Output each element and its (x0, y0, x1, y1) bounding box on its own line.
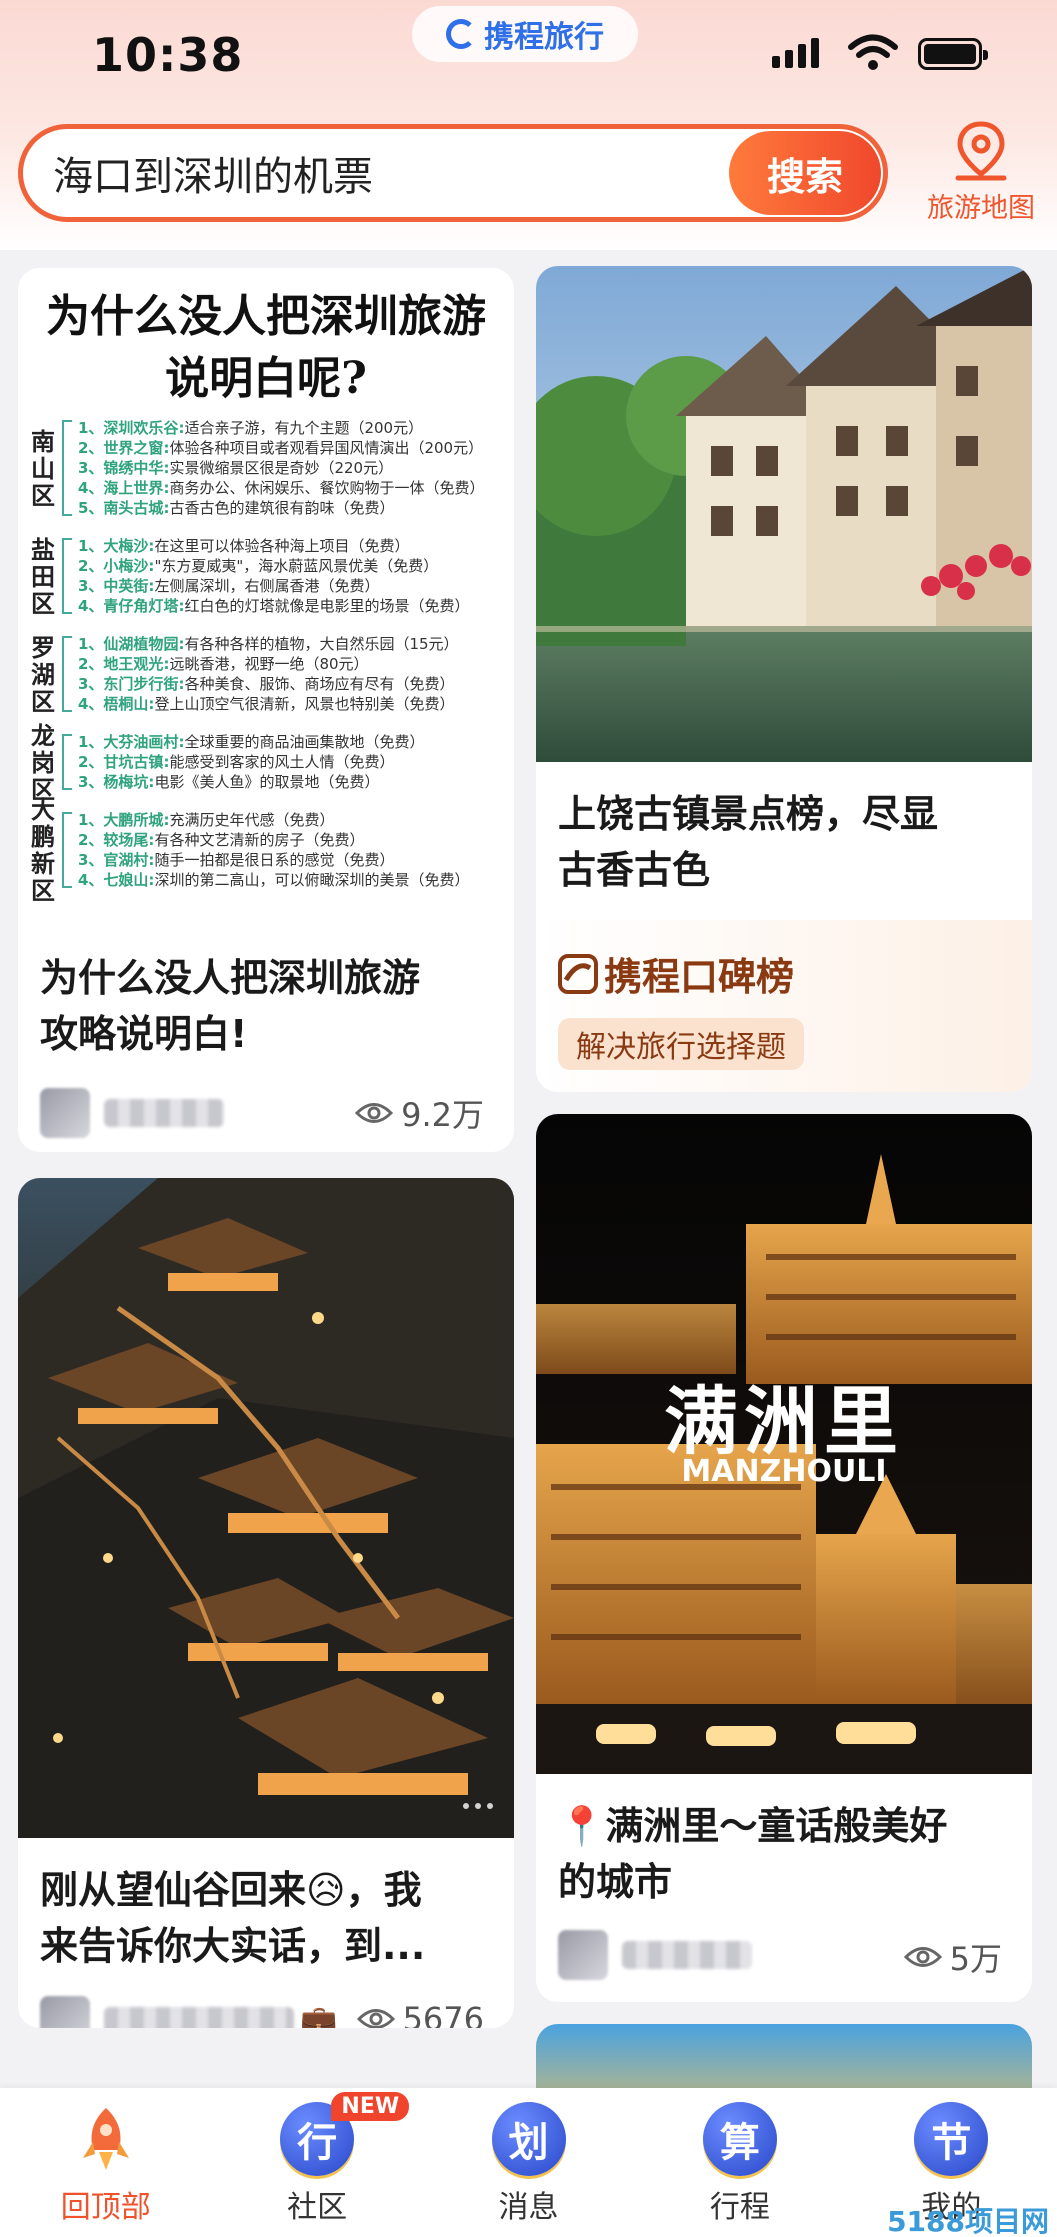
search-button[interactable]: 搜索 (729, 131, 881, 215)
wifi-icon (848, 34, 898, 70)
travel-map-label: 旅游地图 (927, 193, 1035, 224)
koubei-tag: 解决旅行选择题 (558, 1018, 804, 1070)
profile-icon: 节 (914, 2102, 989, 2176)
cellular-signal-icon (772, 38, 819, 68)
spot-line: 1、大鹏所城:充满历史年代感（免费） (78, 811, 335, 829)
ctrip-logo-icon (446, 19, 476, 49)
shangrao-photo (536, 266, 1032, 762)
koubei-logo-icon (558, 953, 598, 994)
district-name: 南山区 (31, 426, 55, 510)
card-title: 📍满洲里～童话般美好 的城市 (558, 1804, 948, 1904)
shenzhen-infographic: 为什么没人把深圳旅游 说明白呢? 南山区 1、深圳欢乐谷:适合亲子游，有九个主题（… (18, 268, 514, 908)
avatar (558, 1930, 608, 1980)
nav-messages[interactable]: 划 消息 (423, 2088, 634, 2237)
author-info[interactable] (558, 1930, 752, 1980)
itinerary-icon: 算 (702, 2102, 777, 2176)
spot-line: 4、梧桐山:登上山顶空气很清新，风景也特别美（免费） (78, 695, 455, 713)
author-name-blurred (104, 1099, 224, 1127)
district-name: 大鹏新区 (31, 795, 55, 905)
district-bracket (62, 636, 72, 712)
battery-icon (918, 38, 988, 70)
spot-line: 1、深圳欢乐谷:适合亲子游，有九个主题（200元） (78, 419, 424, 437)
nav-itinerary[interactable]: 算 行程 (634, 2088, 845, 2237)
view-count: 9.2万 (355, 1090, 484, 1136)
feed-card-shangrao[interactable]: 上饶古镇景点榜，尽显 古香古色 携程口碑榜 解决旅行选择题 (536, 266, 1032, 1092)
status-bar: 10:38 携程旅行 (0, 0, 1057, 110)
spot-line: 5、南头古城:古香古色的建筑很有韵味（免费） (78, 499, 395, 517)
manzhouli-photo: 满洲里 MANZHOULI (536, 1114, 1032, 1774)
spot-line: 4、青仔角灯塔:红白色的灯塔就像是电影里的场景（免费） (78, 597, 470, 615)
suitcase-icon: 💼 (300, 2003, 338, 2029)
spot-line: 3、杨梅坑:电影《美人鱼》的取景地（免费） (78, 773, 380, 791)
view-count: 5万 (903, 1934, 1002, 1980)
card-title: 为什么没人把深圳旅游 攻略说明白! (40, 956, 421, 1056)
spot-line: 1、仙湖植物园:有各种各样的植物，大自然乐园（15元） (78, 635, 459, 653)
spot-line: 2、甘坑古镇:能感受到客家的风土人情（免费） (78, 753, 395, 771)
district-name: 龙岗区 (31, 720, 55, 804)
feed-card-shenzhen[interactable]: 为什么没人把深圳旅游 说明白呢? 南山区 1、深圳欢乐谷:适合亲子游，有九个主题（… (18, 268, 514, 1152)
district-bracket (62, 812, 72, 888)
district-bracket (62, 734, 72, 790)
spot-line: 1、大梅沙:在这里可以体验各种海上项目（免费） (78, 537, 410, 555)
new-badge: NEW (331, 2092, 410, 2121)
rocket-icon (82, 2108, 129, 2170)
map-pin-icon (955, 121, 1007, 181)
eye-icon (355, 1103, 394, 1123)
watermark: 5188项目网 (887, 2205, 1049, 2237)
view-count: 5676 (356, 2000, 484, 2028)
travel-map-button[interactable]: 旅游地图 (906, 120, 1056, 230)
district-bracket (62, 538, 72, 614)
avatar (40, 1088, 90, 1138)
wangxiangu-photo (18, 1178, 514, 1838)
spot-line: 3、官湖村:随手一拍都是很日系的感觉（免费） (78, 851, 395, 869)
spot-line: 4、海上世界:商务办公、休闲娱乐、餐饮购物于一体（免费） (78, 479, 485, 497)
brand-pill[interactable]: 携程旅行 (412, 6, 638, 62)
author-info[interactable]: 💼 (40, 1996, 337, 2028)
author-info[interactable] (40, 1088, 224, 1138)
spot-line: 2、小梅沙:"东方夏威夷"，海水蔚蓝风景优美（免费） (78, 557, 439, 575)
brand-name: 携程旅行 (484, 20, 604, 55)
status-time: 10:38 (92, 28, 244, 82)
spot-line: 3、东门步行街:各种美食、服饰、商场应有尽有（免费） (78, 675, 455, 693)
spot-line: 4、七娘山:深圳的第二高山，可以俯瞰深圳的美景（免费） (78, 871, 470, 889)
district-name: 盐田区 (31, 534, 55, 618)
nav-back-to-top[interactable]: 回顶部 (0, 2088, 211, 2237)
messages-icon: 划 (491, 2102, 566, 2176)
infographic-title: 为什么没人把深圳旅游 说明白呢? (46, 291, 486, 404)
spot-line: 1、大芬油画村:全球重要的商品油画集散地（免费） (78, 733, 425, 751)
eye-icon (356, 2009, 395, 2028)
spot-line: 2、世界之窗:体验各种项目或者观看异国风情演出（200元） (78, 439, 484, 457)
feed-card-wangxiangu[interactable]: 刚从望仙谷回来😥，我 来告诉你大实话，到... 💼 5676 (18, 1178, 514, 2028)
eye-icon (903, 1947, 942, 1967)
nav-community[interactable]: 行 NEW 社区 (211, 2088, 422, 2237)
koubei-brand: 携程口碑榜 (558, 946, 794, 1001)
search-bar: 搜索 (18, 124, 888, 222)
spot-line: 3、中英街:左侧属深圳，右侧属香港（免费） (78, 577, 380, 595)
card-title: 刚从望仙谷回来😥，我 来告诉你大实话，到... (40, 1868, 426, 1968)
spot-line: 2、较场尾:有各种文艺清新的房子（免费） (78, 831, 365, 849)
manzhouli-overlay-subtitle: MANZHOULI (681, 1454, 887, 1489)
avatar (40, 1996, 90, 2028)
spot-line: 2、地王观光:远眺香港，视野一绝（80元） (78, 655, 369, 673)
author-name-blurred (622, 1941, 752, 1969)
spot-line: 3、锦绣中华:实景微缩景区很是奇妙（220元） (78, 459, 394, 477)
district-bracket (62, 420, 72, 516)
author-name-blurred (104, 2007, 294, 2028)
manzhouli-overlay-title: 满洲里 (664, 1379, 904, 1465)
card-title: 上饶古镇景点榜，尽显 古香古色 (558, 792, 939, 892)
feed-card-manzhouli[interactable]: 满洲里 MANZHOULI 📍满洲里～童话般美好 的城市 5万 (536, 1114, 1032, 2002)
district-name: 罗湖区 (31, 632, 55, 716)
